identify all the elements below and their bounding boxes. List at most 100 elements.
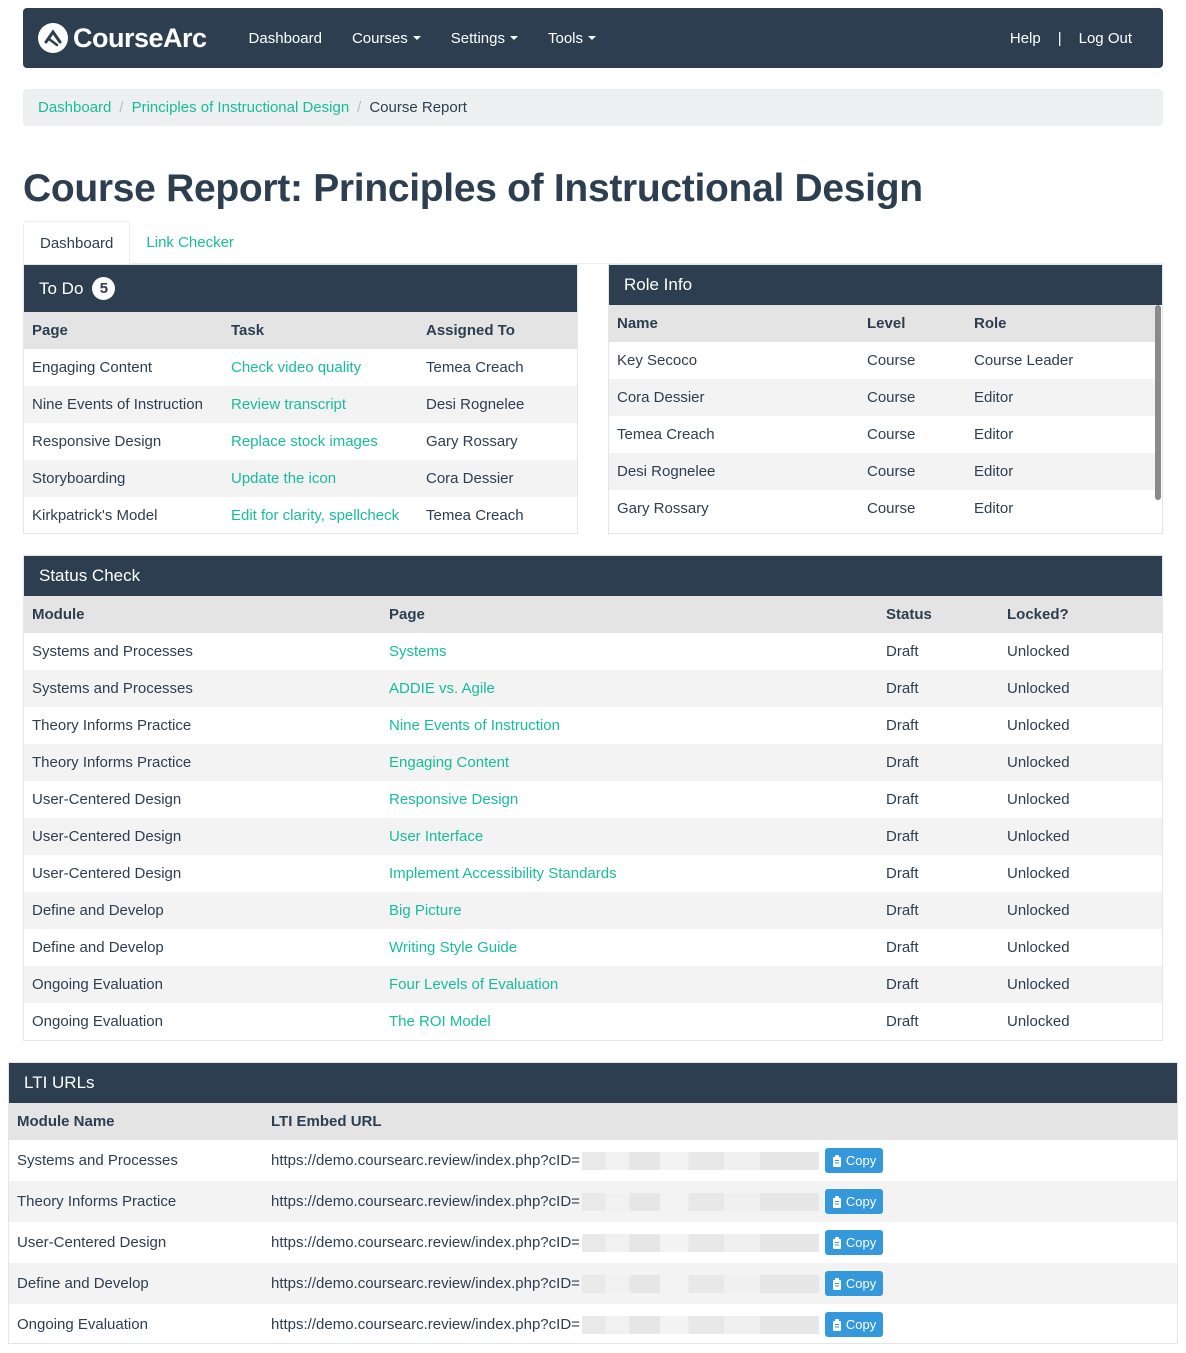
- nav-help[interactable]: Help: [995, 30, 1056, 47]
- table-row: Define and Develop Big Picture Draft Unlock…: [24, 892, 1162, 929]
- role-role: Editor: [966, 416, 1155, 453]
- status-value: Draft: [878, 633, 999, 670]
- lti-module: Define and Develop: [9, 1263, 263, 1304]
- role-level: Course: [859, 453, 966, 490]
- status-module: Ongoing Evaluation: [24, 966, 381, 1003]
- role-info-panel: Role Info Name Level Role Key Secoco Cour…: [608, 264, 1163, 534]
- status-page-link[interactable]: ADDIE vs. Agile: [381, 670, 878, 707]
- nav-courses-dropdown[interactable]: Courses: [337, 30, 436, 47]
- coursearc-logo-icon: [38, 23, 68, 53]
- todo-task-link[interactable]: Update the icon: [223, 460, 418, 497]
- table-row: Storyboarding Update the icon Cora Dessier: [24, 460, 577, 497]
- status-locked: Unlocked: [999, 633, 1162, 670]
- caret-down-icon: [412, 36, 421, 40]
- todo-task-link[interactable]: Replace stock images: [223, 423, 418, 460]
- lti-urls-table: Module Name LTI Embed URL Systems and Pr…: [9, 1103, 1177, 1343]
- col-name: Name: [609, 305, 859, 342]
- role-level: Course: [859, 342, 966, 379]
- status-locked: Unlocked: [999, 1003, 1162, 1040]
- breadcrumb-dashboard[interactable]: Dashboard: [38, 99, 111, 116]
- lti-module: Systems and Processes: [9, 1140, 263, 1181]
- breadcrumb-course[interactable]: Principles of Instructional Design: [132, 99, 350, 116]
- status-page-link[interactable]: The ROI Model: [381, 1003, 878, 1040]
- status-locked: Unlocked: [999, 781, 1162, 818]
- table-row: Systems and Processes Systems Draft Unlocke…: [24, 633, 1162, 670]
- todo-page: Engaging Content: [24, 349, 223, 386]
- status-page-link[interactable]: User Interface: [381, 818, 878, 855]
- todo-task-link[interactable]: Edit for clarity, spellcheck: [223, 497, 418, 533]
- lti-url-text: https://demo.coursearc.review/index.php?…: [271, 1316, 580, 1333]
- copy-label: Copy: [845, 1317, 877, 1332]
- status-page-link[interactable]: Writing Style Guide: [381, 929, 878, 966]
- role-level: Course: [859, 379, 966, 416]
- brand-logo[interactable]: CourseArc: [38, 23, 207, 54]
- status-page-link[interactable]: Systems: [381, 633, 878, 670]
- top-navbar: CourseArc Dashboard Courses Settings Too…: [23, 8, 1163, 68]
- status-page-link[interactable]: Engaging Content: [381, 744, 878, 781]
- lti-url-cell: https://demo.coursearc.review/index.php?…: [263, 1140, 1177, 1181]
- table-row: Key Secoco Course Course Leader: [609, 342, 1155, 379]
- status-page-link[interactable]: Responsive Design: [381, 781, 878, 818]
- role-info-scrollbar[interactable]: [1155, 305, 1161, 500]
- lti-urls-panel: LTI URLs Module Name LTI Embed URL Syste…: [8, 1062, 1178, 1344]
- col-module-name: Module Name: [9, 1103, 263, 1140]
- copy-button[interactable]: Copy: [824, 1148, 884, 1173]
- table-row: Systems and Processes https://demo.cours…: [9, 1140, 1177, 1181]
- nav-dashboard[interactable]: Dashboard: [234, 30, 337, 47]
- todo-assignee: Cora Dessier: [418, 460, 577, 497]
- role-role: Course Leader: [966, 342, 1155, 379]
- todo-assignee: Temea Creach: [418, 349, 577, 386]
- status-module: Theory Informs Practice: [24, 707, 381, 744]
- col-level: Level: [859, 305, 966, 342]
- lti-url-wrapper: https://demo.coursearc.review/index.php?…: [271, 1271, 1169, 1296]
- todo-task-link[interactable]: Check video quality: [223, 349, 418, 386]
- todo-assignee: Temea Creach: [418, 497, 577, 533]
- breadcrumb-separator: /: [357, 99, 362, 116]
- copy-button[interactable]: Copy: [824, 1271, 884, 1296]
- status-module: User-Centered Design: [24, 855, 381, 892]
- nav-settings-dropdown[interactable]: Settings: [436, 30, 533, 47]
- role-name: Temea Creach: [609, 416, 859, 453]
- status-module: Define and Develop: [24, 929, 381, 966]
- status-page-link[interactable]: Nine Events of Instruction: [381, 707, 878, 744]
- nav-logout[interactable]: Log Out: [1064, 30, 1147, 47]
- col-page: Page: [24, 312, 223, 349]
- lti-url-wrapper: https://demo.coursearc.review/index.php?…: [271, 1312, 1169, 1337]
- status-value: Draft: [878, 855, 999, 892]
- todo-title: To Do: [39, 278, 84, 298]
- copy-button[interactable]: Copy: [824, 1230, 884, 1255]
- status-value: Draft: [878, 744, 999, 781]
- col-module: Module: [24, 596, 381, 633]
- status-module: Ongoing Evaluation: [24, 1003, 381, 1040]
- role-info-table[interactable]: Name Level Role Key Secoco Course Course L…: [609, 305, 1155, 527]
- nav-tools-dropdown[interactable]: Tools: [533, 30, 611, 47]
- copy-button[interactable]: Copy: [824, 1312, 884, 1337]
- role-name: Key Secoco: [609, 342, 859, 379]
- clipboard-icon: [832, 1195, 842, 1208]
- status-page-link[interactable]: Four Levels of Evaluation: [381, 966, 878, 1003]
- status-value: Draft: [878, 929, 999, 966]
- lti-module: Ongoing Evaluation: [9, 1304, 263, 1343]
- role-info-panel-header: Role Info: [609, 265, 1162, 305]
- status-locked: Unlocked: [999, 855, 1162, 892]
- table-row: Desi Rognelee Course Editor: [609, 453, 1155, 490]
- tab-dashboard[interactable]: Dashboard: [23, 221, 131, 265]
- tab-link-checker[interactable]: Link Checker: [130, 221, 250, 264]
- status-page-link[interactable]: Implement Accessibility Standards: [381, 855, 878, 892]
- lti-url-cell: https://demo.coursearc.review/index.php?…: [263, 1181, 1177, 1222]
- copy-button[interactable]: Copy: [824, 1189, 884, 1214]
- todo-task-link[interactable]: Review transcript: [223, 386, 418, 423]
- todo-table: Page Task Assigned To Engaging Content Ch…: [24, 312, 577, 533]
- table-row: Define and Develop Writing Style Guide Dra…: [24, 929, 1162, 966]
- redacted-id: [581, 1192, 819, 1211]
- nav-settings-label: Settings: [450, 29, 505, 47]
- status-page-link[interactable]: Big Picture: [381, 892, 878, 929]
- status-module: User-Centered Design: [24, 818, 381, 855]
- redacted-id: [581, 1315, 819, 1334]
- col-lti-embed-url: LTI Embed URL: [263, 1103, 1177, 1140]
- lti-url-text: https://demo.coursearc.review/index.php?…: [271, 1234, 580, 1251]
- status-module: Define and Develop: [24, 892, 381, 929]
- role-level: Course: [859, 490, 966, 527]
- status-value: Draft: [878, 707, 999, 744]
- breadcrumb: Dashboard / Principles of Instructional …: [23, 89, 1163, 126]
